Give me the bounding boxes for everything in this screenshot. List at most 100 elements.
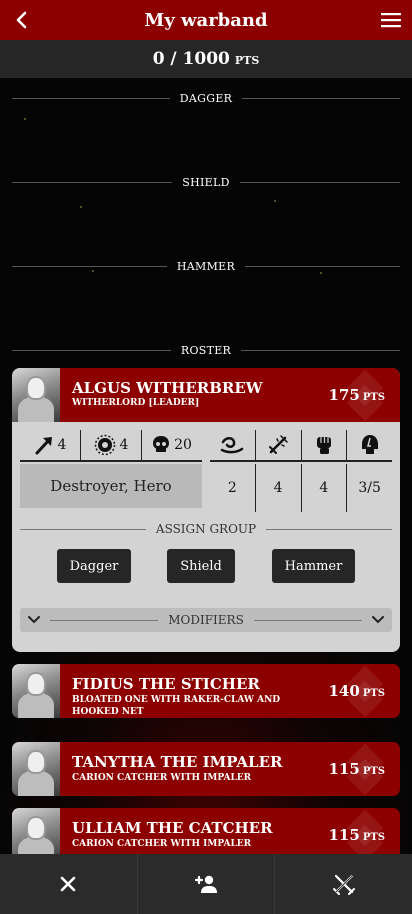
stat-wounds: 20 [142,430,202,460]
fighter-points-value: 115 [328,826,360,844]
toughness-shield-icon [94,434,115,456]
portrait-face [26,376,46,400]
divider-line [241,349,401,351]
battle-button[interactable] [275,854,412,914]
fighter-points-unit: PTS [362,688,385,699]
assign-group-label: ASSIGN GROUP [155,522,257,536]
weapon-damage-value: 3/5 [358,480,381,496]
divider-line [12,349,171,351]
fighter-points-value: 115 [328,760,360,778]
group-label: SHIELD [182,175,230,189]
fighter-type: CARION CATCHER WITH IMPALER [72,773,252,783]
divider-line [245,265,400,267]
weapon-range-value: 2 [210,464,256,512]
stat-value: 4 [57,437,67,453]
fighter-card[interactable]: TANYTHA THE IMPALER CARION CATCHER WITH … [12,742,400,796]
weapon-attacks-value: 4 [256,464,302,512]
fighter-type: BLOATED ONE WITH RAKER-CLAW AND HOOKED N… [72,695,281,717]
background-star [80,206,82,208]
portrait-face [26,750,46,774]
modifiers-toggle[interactable]: MODIFIERS [20,608,392,632]
group-divider-shield[interactable]: SHIELD [12,173,400,191]
move-arrow-icon [35,437,52,455]
fighter-name: ULLIAM THE CATCHER [72,819,273,837]
fighter-name: ALGUS WITHERBREW [72,379,263,397]
assign-hammer-button[interactable]: Hammer [272,549,355,583]
stat-move: 4 [20,430,81,460]
weapon-strength-header [302,430,348,460]
fighter-points-value: 140 [328,682,360,700]
close-icon [61,876,76,892]
weapon-damage-header [347,430,392,460]
fighter-points-unit: PTS [362,832,385,843]
strength-fist-icon [316,437,331,454]
fighter-name: TANYTHA THE IMPALER [72,753,283,771]
divider-line [12,97,170,99]
weapon-attacks-header [256,430,302,460]
fighter-points-value: 175 [328,386,360,404]
group-label: ROSTER [180,343,232,357]
divider-line [242,97,401,99]
fighter-card-expanded: ALGUS WITHERBREW WITHERLORD [LEADER] 175… [12,368,400,652]
background-star [274,200,276,202]
fighter-portrait [12,742,60,796]
group-divider-dagger[interactable]: DAGGER [12,89,401,107]
battle-crossed-swords-icon [332,874,355,895]
divider-line [239,181,400,183]
fighter-card[interactable]: FIDIUS THE STICHER BLOATED ONE WITH RAKE… [12,664,400,718]
points-total-bar: 0 / 1000 PTS [0,40,412,78]
fighter-points: 115 PTS [329,760,386,778]
stat-toughness: 4 [81,430,142,460]
fighter-points-unit: PTS [362,392,385,403]
fighter-portrait [12,368,60,422]
group-label: DAGGER [179,91,233,105]
weapon-profile: 2 4 4 3/5 [210,430,392,512]
divider-line [20,528,146,530]
group-divider-hammer[interactable]: HAMMER [12,257,400,275]
portrait-face [26,816,46,840]
portrait-face [26,672,46,696]
add-fighter-icon [194,875,217,893]
fighter-stats: 4 4 20 [20,430,202,462]
assign-group-divider: ASSIGN GROUP [20,520,392,538]
attacks-sword-icon [269,435,288,454]
modifiers-label: MODIFIERS [168,613,244,627]
hamburger-menu-icon[interactable] [380,10,402,30]
back-arrow-icon[interactable] [10,8,34,32]
weapon-icons-row [210,430,392,462]
group-divider-roster[interactable]: ROSTER [12,341,401,359]
bottom-nav [0,854,412,914]
app-header: My warband [0,0,412,40]
points-total: 0 / 1000 [152,49,230,69]
fighter-keywords: Destroyer, Hero [20,464,202,508]
fighter-points: 140 PTS [329,682,386,700]
fighter-type: CARION CATCHER WITH IMPALER [72,839,252,849]
divider-line [12,265,167,267]
divider-line [50,619,159,621]
chevron-down-icon [28,616,40,624]
range-icon [221,437,244,454]
damage-skull-icon [361,435,378,454]
fighter-points: 115 PTS [329,826,386,844]
fighter-name: FIDIUS THE STICHER [72,675,260,693]
divider-line [253,619,363,621]
fighter-points: 175 PTS [329,386,386,404]
fighter-portrait [12,664,60,718]
weapon-values-row: 2 4 4 3/5 [210,464,392,512]
chevron-down-icon [372,616,385,624]
stat-value: 4 [119,437,129,453]
background-star [24,118,26,120]
page-title: My warband [144,9,268,31]
close-button[interactable] [0,854,138,914]
fighter-type: WITHERLORD [LEADER] [72,398,200,408]
weapon-strength-value: 4 [302,464,348,512]
add-fighter-button[interactable] [138,854,276,914]
group-label: HAMMER [176,259,236,273]
assign-shield-button[interactable]: Shield [167,549,235,583]
weapon-range-header [210,430,256,460]
wounds-skull-icon [153,436,170,452]
fighter-card-header[interactable]: ALGUS WITHERBREW WITHERLORD [LEADER] 175… [12,368,400,422]
divider-line [266,528,392,530]
stat-value: 20 [174,437,192,453]
assign-dagger-button[interactable]: Dagger [57,549,131,583]
